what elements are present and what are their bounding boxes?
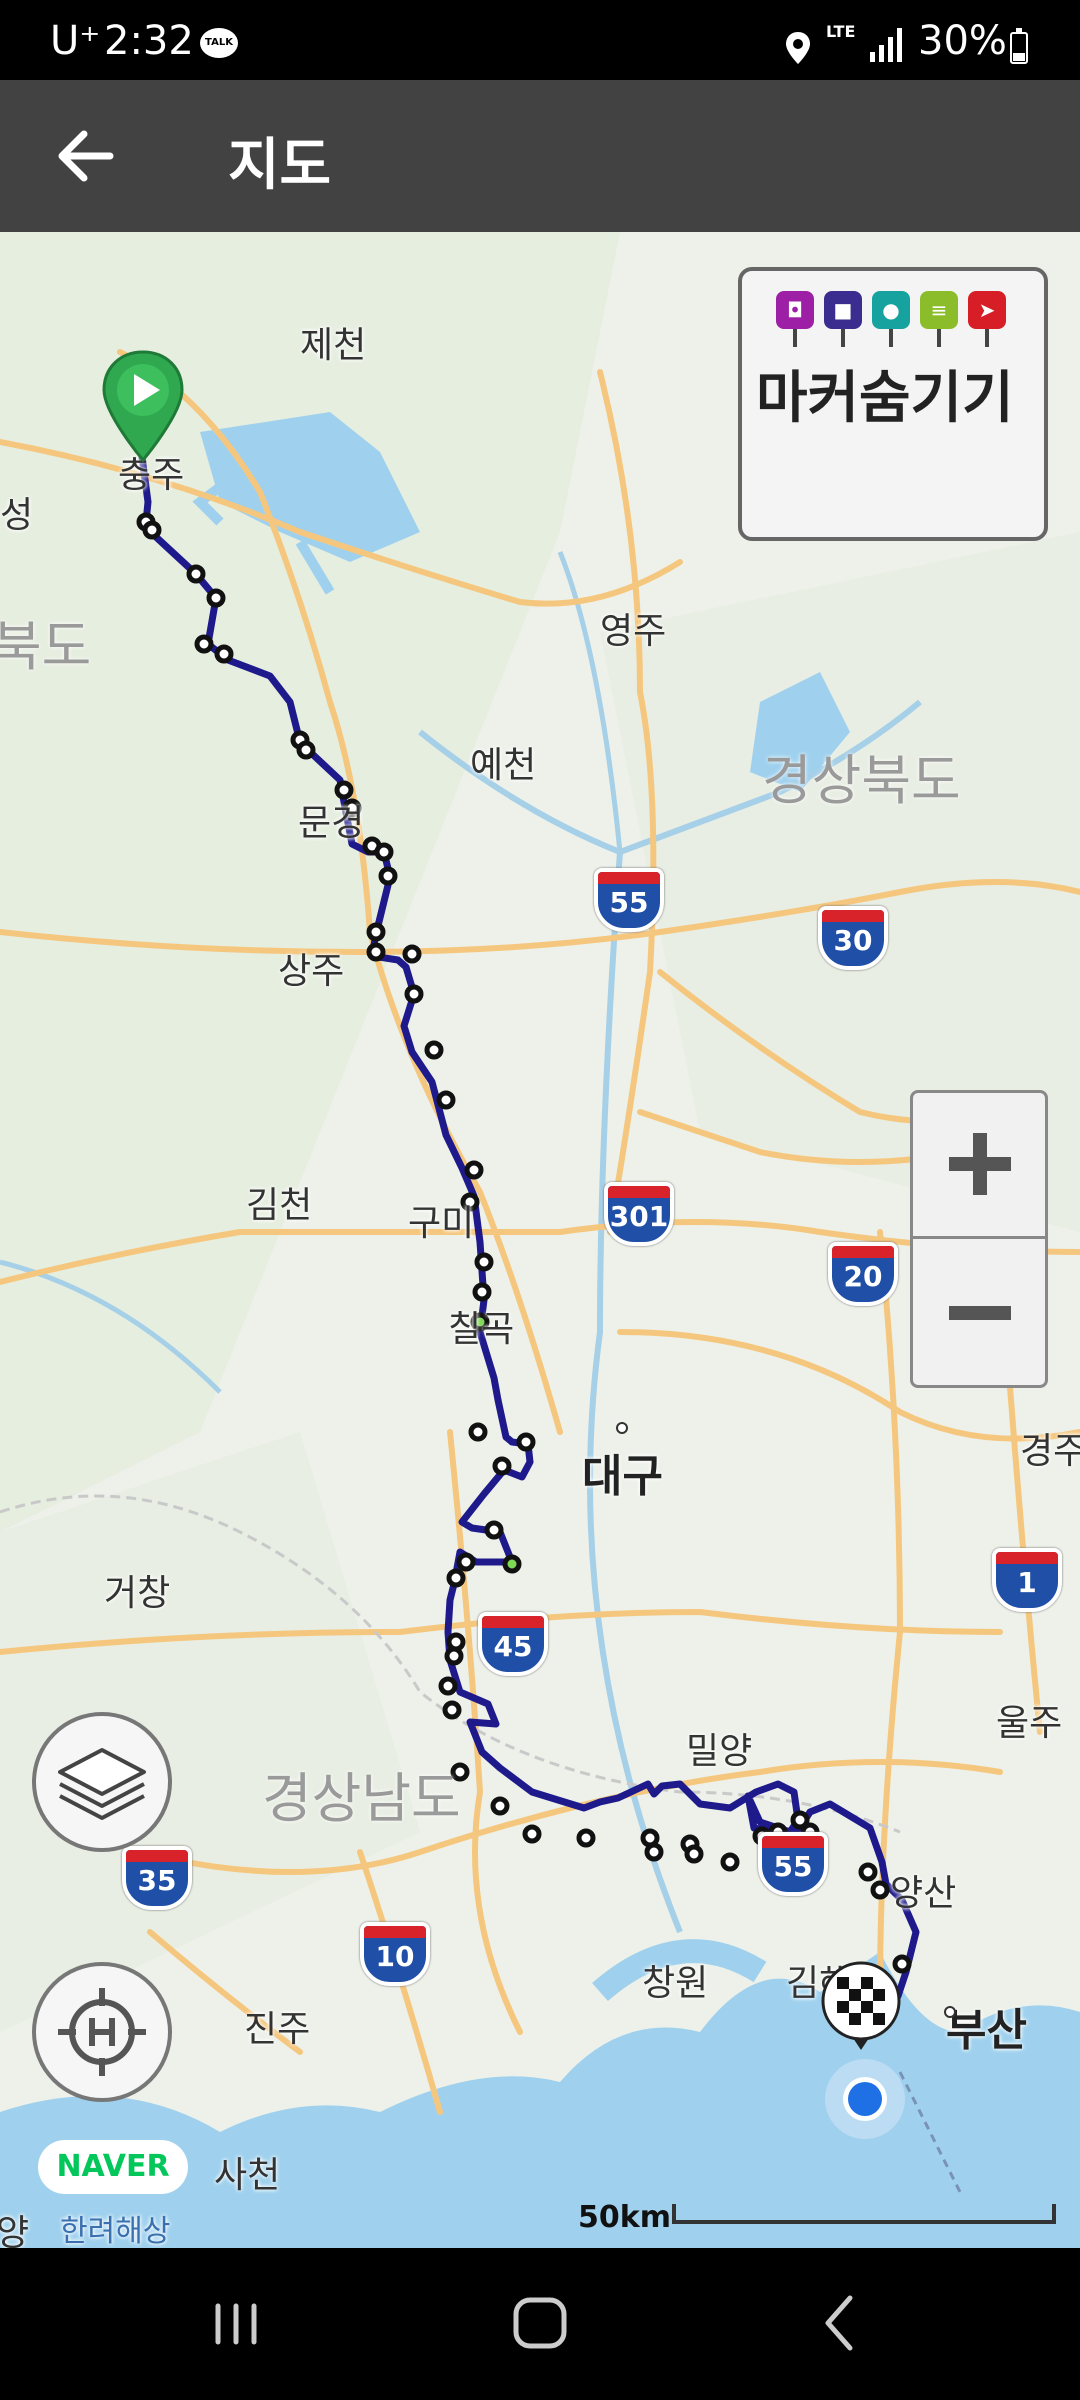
page-title: 지도 [228,133,332,198]
city-label: 밀양 [686,1731,753,1772]
scale-bar [672,2204,1056,2224]
back-button[interactable] [40,116,140,196]
home-target-icon [58,1988,146,2076]
highway-shield: 30 [818,906,888,970]
marker-hide-label: 마커숨기기 [756,366,1014,431]
home-target-button[interactable] [32,1962,172,2102]
layers-icon [58,1748,146,1820]
city-label: 양 [0,2213,30,2248]
city-label: 예천 [470,745,537,786]
highway-shield: 20 [828,1242,898,1306]
carrier-label: U⁺ [50,18,101,64]
current-location-dot [825,2059,905,2139]
zoom-out-button[interactable] [913,1242,1045,1385]
clock: 2:32 [104,18,194,64]
city-label: 진주 [244,2009,311,2050]
city-label: 창원 [642,1963,709,2004]
home-button[interactable] [500,2288,580,2358]
camera-icon: ◘ [776,291,814,347]
poi-dot [944,2006,956,2018]
recent-apps-icon [215,2303,257,2345]
highway-shield: 55 [758,1832,828,1896]
highway-shield: 10 [360,1922,430,1986]
city-label: 영주 [600,611,667,652]
highway-shield: 55 [594,868,664,932]
layers-button[interactable] [32,1712,172,1852]
city-label: 사천 [214,2155,281,2196]
end-marker[interactable] [820,1960,902,2052]
arrow-left-icon [58,130,114,182]
kakaotalk-icon: TALK [200,28,238,58]
city-label: 양산 [890,1873,957,1914]
city-label: 문경 [298,803,365,844]
system-nav-bar [0,2248,1080,2400]
city-label: 거창 [104,1573,171,1614]
naver-logo: NAVER [38,2140,188,2194]
province-label: 경상남도 [262,1767,461,1830]
location-icon [786,32,810,64]
memo-icon: ≡ [920,291,958,347]
signal-icon [870,28,902,62]
scale-label: 50km [578,2200,671,2235]
city-label: 성 [0,495,34,536]
city-label: 울주 [996,1703,1063,1744]
pointer-icon: ➤ [968,291,1006,347]
lte-indicator: LTE [826,22,856,41]
highway-shield: 45 [478,1612,548,1676]
highway-shield: 35 [122,1846,192,1910]
recent-apps-button[interactable] [196,2288,276,2358]
city-label: 대구 [582,1451,663,1502]
province-label: 경상북도 [762,749,961,812]
city-label: 한려해상 [60,2214,171,2248]
city-label: 칠곡 [448,1309,515,1350]
zoom-control [910,1090,1048,1388]
highway-shield: 301 [604,1182,674,1246]
start-marker[interactable] [100,348,186,468]
poi-dot [616,1422,628,1434]
battery-percent: 30% [918,18,1007,64]
microphone-icon: ● [872,291,910,347]
home-square-icon [513,2297,567,2349]
city-label: 제천 [300,325,367,366]
city-label: 김천 [246,1185,313,1226]
highway-shield: 1 [992,1548,1062,1612]
chevron-left-icon [825,2295,853,2351]
city-label: 부산 [946,2005,1027,2056]
zoom-in-button[interactable] [913,1093,1045,1239]
map-view[interactable]: 북도 경상북도 경상남도 제천 충주 성 영주 예천 문경 상주 김천 구미 칠… [0,232,1080,2248]
city-label: 구미 [408,1203,475,1244]
battery-icon [1010,28,1028,64]
province-label: 북도 [0,615,92,678]
app-bar: 지도 [0,80,1080,232]
video-icon: ■ [824,291,862,347]
city-label: 경주 [1020,1431,1080,1472]
marker-hide-toggle[interactable]: ◘ ■ ● ≡ ➤ 마커숨기기 [738,267,1048,541]
city-label: 상주 [278,951,345,992]
back-nav-button[interactable] [800,2288,880,2358]
status-bar: U⁺ 2:32 TALK LTE 30% [0,0,1080,80]
